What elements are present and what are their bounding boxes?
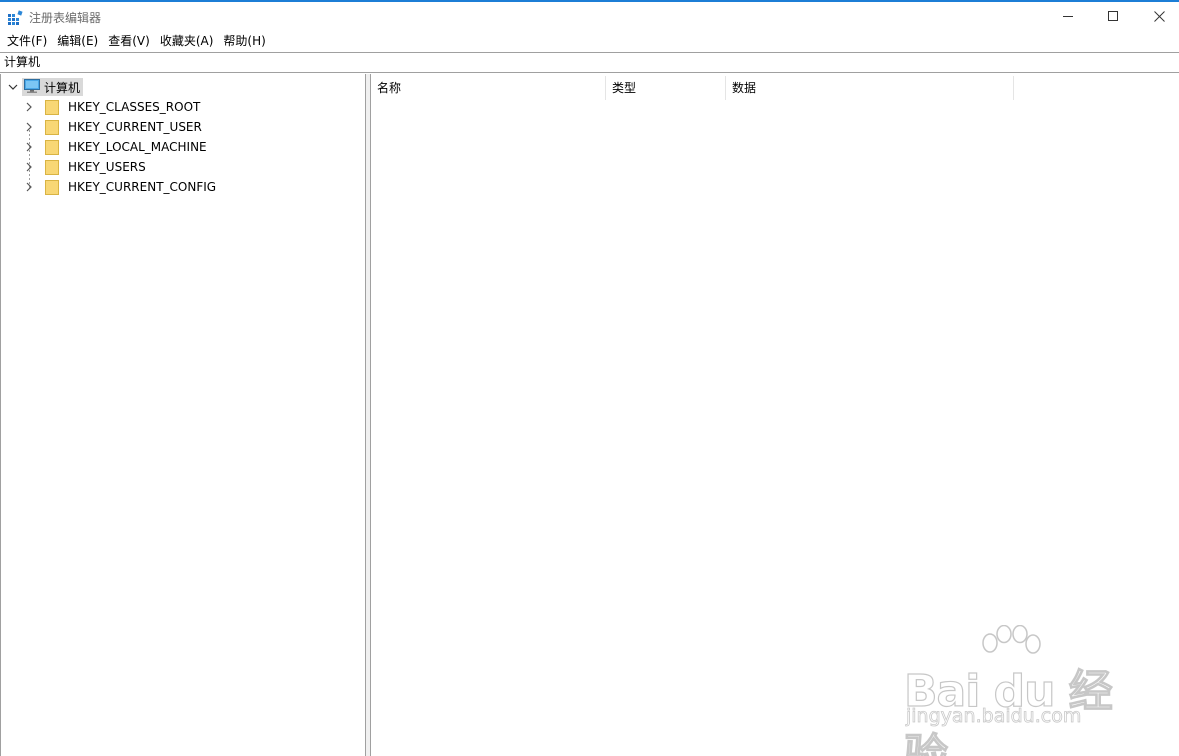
tree-item-label: HKEY_USERS xyxy=(68,160,146,174)
folder-icon xyxy=(45,179,61,195)
column-header-name[interactable]: 名称 xyxy=(371,76,606,100)
tree-item-label: HKEY_CURRENT_CONFIG xyxy=(68,180,217,194)
chevron-down-icon[interactable] xyxy=(6,77,20,97)
folder-icon xyxy=(45,139,61,155)
menu-bar: 文件(F) 编辑(E) 查看(V) 收藏夹(A) 帮助(H) xyxy=(0,31,1179,51)
tree-item-hkey-local-machine[interactable]: HKEY_LOCAL_MACHINE xyxy=(22,137,207,157)
tree-item-label: HKEY_CURRENT_USER xyxy=(68,120,202,134)
close-icon xyxy=(1153,10,1165,22)
computer-icon xyxy=(24,78,40,96)
tree-item-hkey-current-config[interactable]: HKEY_CURRENT_CONFIG xyxy=(22,177,216,197)
address-input[interactable] xyxy=(0,53,1179,72)
chevron-right-icon[interactable] xyxy=(22,177,36,197)
menu-help[interactable]: 帮助(H) xyxy=(218,31,270,51)
menu-favorites[interactable]: 收藏夹(A) xyxy=(155,31,219,51)
chevron-right-icon[interactable] xyxy=(22,157,36,177)
maximize-button[interactable] xyxy=(1090,2,1136,30)
tree-item-computer[interactable]: 计算机 xyxy=(6,77,84,97)
folder-icon xyxy=(45,159,61,175)
menu-view[interactable]: 查看(V) xyxy=(103,31,155,51)
menu-edit[interactable]: 编辑(E) xyxy=(52,31,103,51)
values-list-pane[interactable]: 名称 类型 数据 xyxy=(370,74,1179,756)
chevron-right-icon[interactable] xyxy=(22,117,36,137)
window-title: 注册表编辑器 xyxy=(29,11,102,25)
menu-file[interactable]: 文件(F) xyxy=(2,31,52,51)
registry-editor-icon xyxy=(8,10,23,25)
column-header-data[interactable]: 数据 xyxy=(726,76,1014,100)
tree-pane[interactable]: 计算机 HKEY_CLASSES_ROOT HKEY_CURRENT_USER … xyxy=(0,74,366,756)
maximize-icon xyxy=(1108,11,1118,21)
column-header-type[interactable]: 类型 xyxy=(606,76,726,100)
chevron-right-icon[interactable] xyxy=(22,97,36,117)
folder-icon xyxy=(45,99,61,115)
tree-item-label: HKEY_LOCAL_MACHINE xyxy=(68,140,207,154)
tree-item-hkey-current-user[interactable]: HKEY_CURRENT_USER xyxy=(22,117,202,137)
tree-item-computer-selection[interactable]: 计算机 xyxy=(22,78,84,96)
tree-item-label: HKEY_CLASSES_ROOT xyxy=(68,100,201,114)
address-bar xyxy=(0,52,1179,73)
tree-item-label: 计算机 xyxy=(44,80,81,95)
tree-item-hkey-classes-root[interactable]: HKEY_CLASSES_ROOT xyxy=(22,97,200,117)
chevron-right-icon[interactable] xyxy=(22,137,36,157)
folder-icon xyxy=(45,119,61,135)
minimize-button[interactable] xyxy=(1045,2,1091,30)
title-bar[interactable]: 注册表编辑器 xyxy=(0,2,1179,30)
close-button[interactable] xyxy=(1136,2,1179,30)
minimize-icon xyxy=(1063,11,1073,21)
column-headers: 名称 类型 数据 xyxy=(371,76,1014,100)
tree-item-hkey-users[interactable]: HKEY_USERS xyxy=(22,157,146,177)
